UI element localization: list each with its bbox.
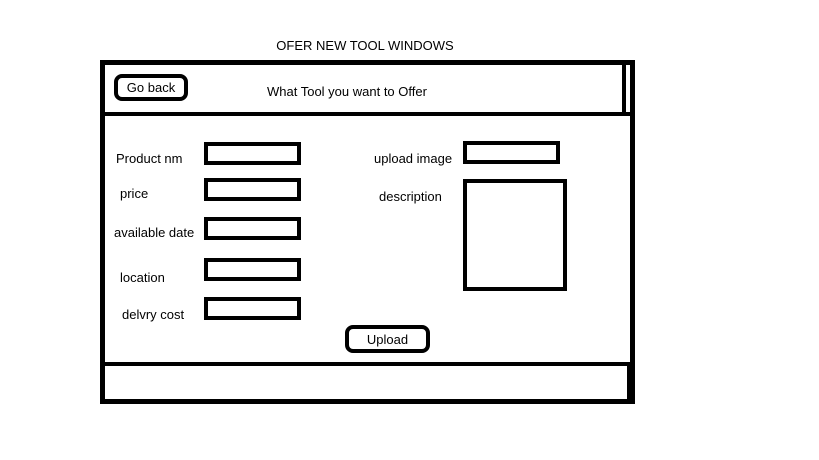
location-label: location [120,270,165,285]
footer-divider [105,362,630,366]
product-name-label: Product nm [116,151,183,166]
diagram-caption: OFER NEW TOOL WINDOWS [276,38,454,53]
delivery-cost-input[interactable] [204,297,301,320]
location-input[interactable] [204,258,301,281]
description-textarea[interactable] [463,179,567,291]
price-input[interactable] [204,178,301,201]
upload-image-label: upload image [374,151,453,166]
delivery-cost-label: delvry cost [122,307,185,322]
available-date-label: available date [114,225,195,240]
description-label: description [379,189,442,204]
footer-right-border [627,366,631,399]
upload-button[interactable]: Upload [345,325,430,353]
offer-tool-window: Go back What Tool you want to Offer Prod… [100,60,635,404]
window-title: What Tool you want to Offer [267,84,427,99]
header-divider [105,112,630,116]
upload-image-input[interactable] [463,141,560,164]
product-name-input[interactable] [204,142,301,165]
header-right-border [622,65,626,112]
price-label: price [120,186,149,201]
go-back-button[interactable]: Go back [114,74,188,101]
available-date-input[interactable] [204,217,301,240]
